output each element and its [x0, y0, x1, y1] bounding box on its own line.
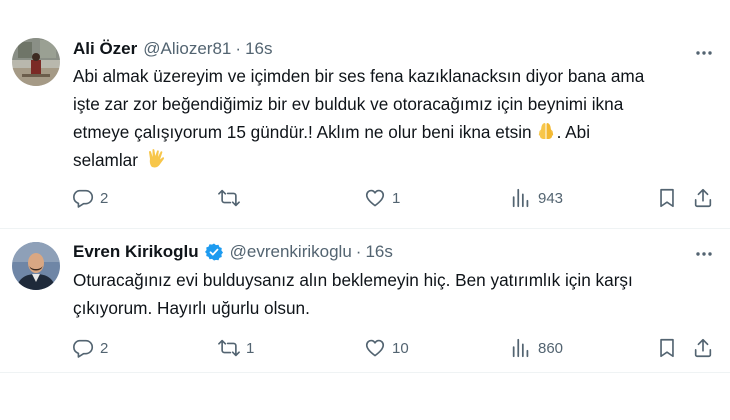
reply-icon [73, 339, 94, 358]
like-icon [365, 339, 385, 357]
author-name[interactable]: Evren Kirikoglu [73, 242, 199, 262]
bookmark-icon [660, 338, 674, 358]
tweet-text-segment: selamlar [73, 150, 138, 170]
vulcan-salute-emoji [146, 147, 168, 168]
tweet-text-line: Oturacağınız evi bulduysanız alın beklem… [73, 270, 633, 290]
like-icon [365, 189, 385, 207]
like-count: 10 [392, 339, 409, 357]
separator-dot: · [355, 242, 362, 261]
more-icon[interactable] [692, 242, 716, 266]
share-button[interactable] [692, 333, 714, 363]
tweet-evren-kirikoglu[interactable]: Evren Kirikoglu @evrenkirikoglu · 16s Ot… [0, 228, 730, 420]
tweet-text-line: Abi almak üzereyim ve içimden bir ses fe… [73, 66, 645, 86]
reply-icon [73, 189, 94, 208]
retweet-button[interactable] [218, 183, 246, 213]
share-button[interactable] [692, 183, 714, 213]
like-count: 1 [392, 189, 401, 207]
avatar[interactable] [12, 38, 60, 86]
share-icon [694, 188, 712, 208]
tweet-header: Evren Kirikoglu @evrenkirikoglu · 16s [73, 240, 393, 264]
tweet-text-line: selamlar [73, 146, 713, 174]
reply-count: 2 [100, 189, 109, 207]
verified-badge-icon [204, 242, 224, 262]
author-handle[interactable]: @evrenkirikoglu [230, 242, 352, 262]
separator-dot: · [235, 39, 242, 58]
views-icon [512, 188, 529, 208]
praying-hands-emoji [535, 121, 557, 141]
tweet-text: Abi almak üzereyim ve içimden bir ses fe… [73, 62, 713, 174]
tweet-text-line: etmeye çalışıyorum 15 gündür.! Aklım ne … [73, 118, 713, 146]
views-count: 860 [538, 339, 564, 357]
bookmark-icon [660, 188, 674, 208]
tweet-ali-ozer[interactable]: Ali Özer @Aliozer81 · 16s Abi almak üzer… [0, 0, 730, 228]
tweet-text-line: çıkıyorum. Hayırlı uğurlu olsun. [73, 298, 310, 318]
tweet-divider [0, 372, 730, 373]
timestamp[interactable]: 16s [365, 242, 392, 262]
like-button[interactable]: 1 [364, 183, 400, 213]
views-button[interactable]: 943 [510, 183, 563, 213]
views-icon [512, 338, 529, 358]
retweet-icon [218, 189, 240, 207]
tweet-text-segment: . Abi [556, 122, 591, 142]
tweet-actions: 2 1 943 [0, 183, 730, 213]
tweet-text-segment: etmeye çalışıyorum 15 gündür.! Aklım ne … [73, 122, 532, 142]
avatar[interactable] [12, 242, 60, 290]
author-name[interactable]: Ali Özer [73, 39, 137, 59]
author-handle[interactable]: @Aliozer81 [143, 39, 231, 59]
tweet-text-line: işte zar zor beğendiğimiz bir ev bulduk … [73, 94, 624, 114]
retweet-count: 1 [246, 339, 255, 357]
retweet-icon [218, 339, 240, 357]
tweet-header: Ali Özer @Aliozer81 · 16s [73, 37, 272, 61]
reply-count: 2 [100, 339, 109, 357]
tweet-actions: 2 1 10 860 [0, 333, 730, 363]
like-button[interactable]: 10 [364, 333, 409, 363]
bookmark-button[interactable] [656, 183, 678, 213]
reply-button[interactable]: 2 [72, 333, 108, 363]
tweet-text: Oturacağınız evi bulduysanız alın beklem… [73, 266, 713, 322]
reply-button[interactable]: 2 [72, 183, 108, 213]
timestamp[interactable]: 16s [245, 39, 272, 59]
views-count: 943 [538, 189, 564, 207]
bookmark-button[interactable] [656, 333, 678, 363]
retweet-button[interactable]: 1 [218, 333, 254, 363]
share-icon [694, 338, 712, 358]
views-button[interactable]: 860 [510, 333, 563, 363]
